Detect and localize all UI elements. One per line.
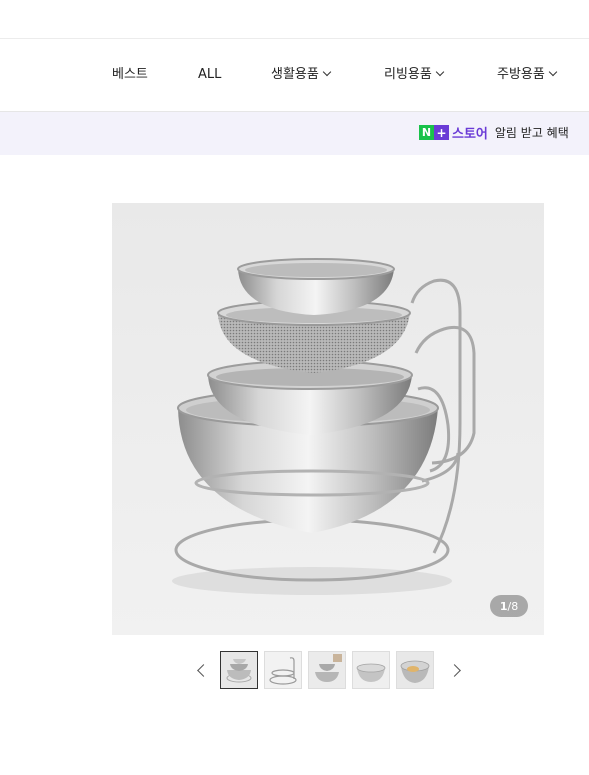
nav-item-label: ALL <box>198 67 222 82</box>
thumbnail-image <box>353 652 389 688</box>
nav-item-label: 생활용품 <box>271 67 319 82</box>
stacked-bowls-image <box>112 203 544 635</box>
nav-item-living-items[interactable]: 리빙용품 <box>384 66 445 84</box>
nav-item-living-goods[interactable]: 생활용품 <box>271 66 332 84</box>
thumbnail-image <box>221 652 257 688</box>
total-count: 8 <box>511 599 519 613</box>
thumbnail-2[interactable] <box>264 651 302 689</box>
thumbnail-5[interactable] <box>396 651 434 689</box>
chevron-down-icon <box>435 67 445 77</box>
thumbnail-3[interactable] <box>308 651 346 689</box>
top-strip <box>0 0 589 39</box>
store-label: 스토어 <box>452 127 488 142</box>
nav-item-label: 리빙용품 <box>384 67 432 82</box>
nav-item-kitchen[interactable]: 주방용품 <box>497 66 558 84</box>
nav-item-label: 주방용품 <box>497 67 545 82</box>
thumbnail-image <box>309 652 345 688</box>
thumbnail-1[interactable] <box>220 651 258 689</box>
thumbnail-image <box>397 652 433 688</box>
chevron-down-icon <box>322 67 332 77</box>
nav-item-all[interactable]: ALL <box>198 66 221 84</box>
thumbnail-4[interactable] <box>352 651 390 689</box>
naver-plus-store-promo[interactable]: N + 스토어 알림 받고 혜택 <box>419 124 569 142</box>
chevron-down-icon <box>548 67 558 77</box>
image-counter: 1/8 <box>490 595 528 617</box>
naver-n-icon: N <box>419 125 434 140</box>
plus-icon: + <box>434 125 449 140</box>
nav-item-label: 베스트 <box>112 67 148 82</box>
thumbnail-image <box>265 652 301 688</box>
current-index: 1 <box>499 599 508 613</box>
next-arrow-icon[interactable] <box>448 662 466 680</box>
nav-item-best[interactable]: 베스트 <box>112 66 148 84</box>
prev-arrow-icon[interactable] <box>193 662 211 680</box>
product-image[interactable] <box>112 203 544 635</box>
banner-message: 알림 받고 혜택 <box>494 126 569 140</box>
